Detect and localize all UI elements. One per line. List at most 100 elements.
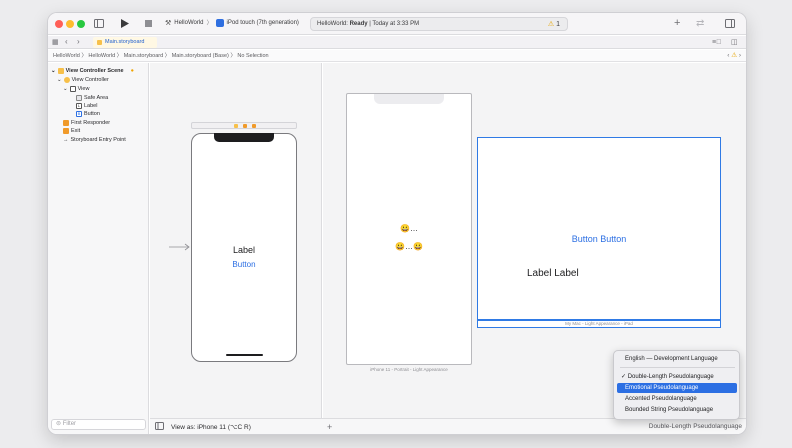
issue-navigation[interactable]: ‹ ⚠ › xyxy=(727,50,741,62)
iphone-preview-caption: iPhone 11 - Portrait - Light Appearance xyxy=(370,367,448,372)
outline-item-view-controller[interactable]: ⌄ View Controller xyxy=(57,76,109,84)
filter-icon: ⊜ xyxy=(56,421,62,427)
outline-item-scene[interactable]: ⌄ View Controller Scene ● xyxy=(51,67,134,75)
outline-item-label[interactable]: L Label xyxy=(76,102,97,110)
exit-dock-icon[interactable] xyxy=(252,124,256,128)
arrow-right-icon: → xyxy=(63,137,69,143)
close-window-button[interactable] xyxy=(55,20,63,28)
scene-button[interactable]: Button xyxy=(192,260,296,269)
view-controller-dock-icon[interactable] xyxy=(234,124,238,128)
storyboard-file-icon xyxy=(97,40,102,45)
forward-chevron-icon[interactable]: › xyxy=(77,37,80,47)
menu-item-bounded-string[interactable]: Bounded String Pseudolanguage xyxy=(617,405,737,415)
iphone-preview[interactable]: 😀… 😀…😀 xyxy=(346,93,472,365)
activity-view: HelloWorld: Ready | Today at 3:33 PM ⚠ 1 xyxy=(310,17,568,31)
outline-label: View Controller xyxy=(71,77,109,83)
menu-item-accented[interactable]: Accented Pseudolanguage xyxy=(617,394,737,404)
split-editor-icon[interactable]: ◫ xyxy=(731,38,738,48)
safe-area-icon xyxy=(76,95,82,101)
chevron-down-icon: ⌄ xyxy=(63,86,68,92)
warning-icon: ⚠ xyxy=(731,52,738,59)
mac-preview-caption: My Mac - Light Appearance - iPad xyxy=(565,321,633,326)
chevron-left-icon[interactable]: ‹ xyxy=(727,52,729,59)
first-responder-icon xyxy=(63,120,69,126)
back-chevron-icon[interactable]: ‹ xyxy=(65,37,68,47)
scheme-device: iPod touch (7th generation) xyxy=(226,19,299,26)
run-icon[interactable] xyxy=(121,19,129,31)
breadcrumb[interactable]: HelloWorld 〉 HelloWorld 〉 Main.storyboar… xyxy=(53,53,269,59)
preview-language-selector[interactable]: Double-Length Pseudolanguage xyxy=(649,423,742,430)
phone-notch xyxy=(214,133,274,142)
filter-field[interactable]: ⊜ Filter xyxy=(51,419,146,430)
navigator-toggle-icon[interactable] xyxy=(94,19,104,31)
status-project: HelloWorld: xyxy=(317,21,348,27)
mac-preview[interactable]: Button Button Label Label xyxy=(477,137,721,320)
scene-status-icon: ● xyxy=(130,68,134,74)
button-icon: B xyxy=(76,111,82,117)
view-icon xyxy=(69,86,76,92)
menu-item-double-length[interactable]: ✓ Double-Length Pseudolanguage xyxy=(617,372,737,382)
device-icon xyxy=(215,18,224,27)
preview-notch xyxy=(374,94,444,104)
outline-label: Exit xyxy=(71,128,81,134)
outline-item-first-responder[interactable]: First Responder xyxy=(63,119,110,127)
mac-preview-caption-bar: My Mac - Light Appearance - iPad xyxy=(477,320,721,328)
preview-emoji-label: 😀… xyxy=(400,224,418,233)
add-preview-icon[interactable]: + xyxy=(327,422,332,432)
chevron-right-icon[interactable]: › xyxy=(739,52,741,59)
warning-icon: ⚠ xyxy=(547,21,555,28)
tab-bar: ▦ ‹ › Main.storyboard ≡⃒ ◫ xyxy=(48,36,746,49)
outline-label: First Responder xyxy=(71,120,111,126)
outline-item-safe-area[interactable]: Safe Area xyxy=(76,94,108,102)
menu-item-emotional[interactable]: Emotional Pseudolanguage xyxy=(617,383,737,393)
status-time: | Today at 3:33 PM xyxy=(369,21,420,27)
outline-label: Storyboard Entry Point xyxy=(70,137,126,143)
outline-label: View Controller Scene xyxy=(65,68,124,74)
outline-item-view[interactable]: ⌄ View xyxy=(63,85,89,93)
chevron-down-icon: ⌄ xyxy=(51,68,56,74)
first-responder-dock-icon[interactable] xyxy=(243,124,247,128)
outline-label: Safe Area xyxy=(84,95,109,101)
document-outline: ⌄ View Controller Scene ● ⌄ View Control… xyxy=(48,63,149,434)
iphone-scene[interactable]: Label Button xyxy=(191,133,297,362)
scheme-separator: 〉 xyxy=(206,21,213,27)
scene-label[interactable]: Label xyxy=(192,245,296,255)
outline-item-exit[interactable]: Exit xyxy=(63,127,80,135)
xcode-window: ⚒ HelloWorld 〉 iPod touch (7th generatio… xyxy=(48,13,746,434)
option-key-icon: ⌥ xyxy=(230,424,238,431)
add-icon[interactable]: + xyxy=(674,18,680,29)
mac-preview-label: Label Label xyxy=(527,268,579,279)
tab-main-storyboard[interactable]: Main.storyboard xyxy=(93,37,157,48)
inspector-toggle-icon[interactable] xyxy=(725,19,735,31)
outline-item-entry-point[interactable]: → Storyboard Entry Point xyxy=(63,136,126,144)
scene-icon xyxy=(57,68,64,74)
editor-options-icon[interactable]: ≡⃒ xyxy=(712,38,721,48)
code-review-icon[interactable]: ⇄ xyxy=(696,19,704,29)
show-outline-icon[interactable] xyxy=(155,422,164,433)
menu-item-english[interactable]: English — Development Language xyxy=(617,354,737,364)
canvas-bottom-bar: View as: iPhone 11 (⌥C R) + Double-Lengt… xyxy=(150,418,746,434)
filter-placeholder: Filter xyxy=(62,421,77,427)
zoom-window-button[interactable] xyxy=(77,20,85,28)
warning-indicator[interactable]: ⚠ 1 xyxy=(548,19,560,31)
scheme-selector[interactable]: ⚒ HelloWorld 〉 iPod touch (7th generatio… xyxy=(165,18,299,27)
mac-preview-button: Button Button xyxy=(571,234,627,244)
view-controller-icon xyxy=(63,77,70,83)
tab-label: Main.storyboard xyxy=(105,39,145,45)
language-menu: English — Development Language ✓ Double-… xyxy=(613,350,740,420)
warning-count: 1 xyxy=(556,21,560,28)
view-as-suffix: C R) xyxy=(237,424,251,431)
stop-icon[interactable] xyxy=(145,20,152,30)
view-as-device-button[interactable]: View as: iPhone 11 (⌥C R) xyxy=(171,423,251,431)
outline-label: Button xyxy=(84,111,100,117)
view-as-label: View as: iPhone 11 ( xyxy=(171,424,231,431)
scheme-project: HelloWorld xyxy=(174,19,204,26)
home-indicator xyxy=(226,354,263,356)
desktop-background: ⚒ HelloWorld 〉 iPod touch (7th generatio… xyxy=(0,0,792,448)
minimize-window-button[interactable] xyxy=(66,20,74,28)
outline-label: View xyxy=(77,86,90,92)
grid-icon[interactable]: ▦ xyxy=(52,38,59,48)
chevron-down-icon: ⌄ xyxy=(57,77,62,83)
outline-item-button[interactable]: B Button xyxy=(76,110,100,118)
entry-point-arrow[interactable] xyxy=(169,243,191,251)
